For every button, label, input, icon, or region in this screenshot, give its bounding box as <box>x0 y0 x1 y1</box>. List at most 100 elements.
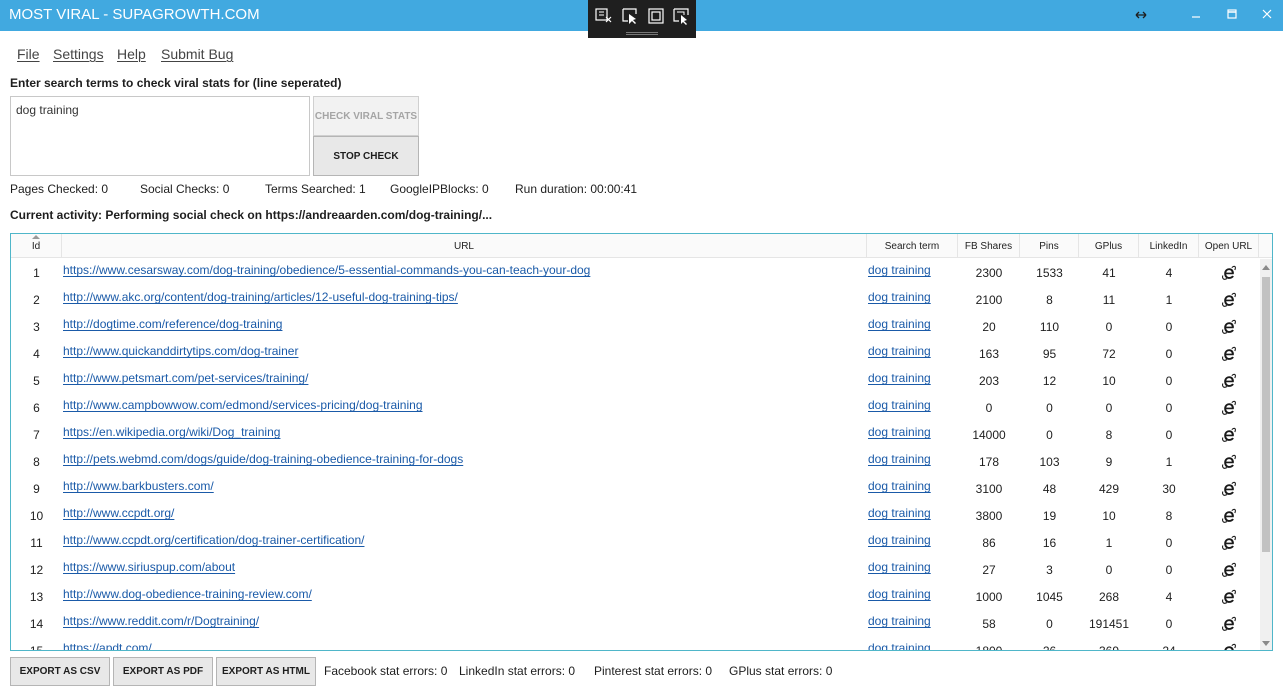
cell-search-term[interactable]: dog training <box>867 394 958 421</box>
search-term-link[interactable]: dog training <box>868 479 931 493</box>
search-term-link[interactable]: dog training <box>868 398 931 412</box>
cell-search-term[interactable]: dog training <box>867 556 958 583</box>
ie-browser-icon[interactable] <box>1222 265 1236 280</box>
maximize-button[interactable] <box>1222 5 1242 25</box>
resize-icon[interactable] <box>1131 5 1151 25</box>
select-element-icon[interactable] <box>620 6 640 26</box>
cell-search-term[interactable]: dog training <box>867 367 958 394</box>
table-row[interactable]: 5 http://www.petsmart.com/pet-services/tr… <box>11 367 1260 394</box>
table-row[interactable]: 14 https://www.reddit.com/r/Dogtraining/d… <box>11 610 1260 637</box>
cell-search-term[interactable]: dog training <box>867 529 958 556</box>
cell-open-url[interactable] <box>1199 313 1259 340</box>
cell-open-url[interactable] <box>1199 502 1259 529</box>
cell-url[interactable]: http://www.barkbusters.com/ <box>62 475 867 502</box>
column-header-url[interactable]: URL <box>62 234 867 258</box>
cell-search-term[interactable]: dog training <box>867 475 958 502</box>
search-term-link[interactable]: dog training <box>868 371 931 385</box>
export-pdf-button[interactable]: EXPORT AS PDF <box>113 657 213 686</box>
close-button[interactable] <box>1257 5 1277 25</box>
ie-browser-icon[interactable] <box>1222 319 1236 334</box>
ie-browser-icon[interactable] <box>1222 454 1236 469</box>
cell-open-url[interactable] <box>1199 556 1259 583</box>
search-term-link[interactable]: dog training <box>868 614 931 628</box>
display-adorners-icon[interactable] <box>646 6 666 26</box>
search-term-link[interactable]: dog training <box>868 425 931 439</box>
menu-submit-bug[interactable]: Submit Bug <box>161 46 233 62</box>
live-tree-icon[interactable] <box>594 6 614 26</box>
export-csv-button[interactable]: EXPORT AS CSV <box>10 657 110 686</box>
cell-open-url[interactable] <box>1199 286 1259 313</box>
cell-url[interactable]: https://en.wikipedia.org/wiki/Dog_traini… <box>62 421 867 448</box>
ie-browser-icon[interactable] <box>1222 562 1236 577</box>
cell-url[interactable]: http://www.campbowwow.com/edmond/service… <box>62 394 867 421</box>
search-term-link[interactable]: dog training <box>868 560 931 574</box>
cell-open-url[interactable] <box>1199 259 1259 286</box>
search-term-link[interactable]: dog training <box>868 290 931 304</box>
url-link[interactable]: http://dogtime.com/reference/dog-trainin… <box>63 317 282 331</box>
search-term-link[interactable]: dog training <box>868 344 931 358</box>
scroll-down-icon[interactable] <box>1262 641 1270 646</box>
table-row[interactable]: 6 http://www.campbowwow.com/edmond/servic… <box>11 394 1260 421</box>
cell-url[interactable]: http://pets.webmd.com/dogs/guide/dog-tra… <box>62 448 867 475</box>
cell-url[interactable]: https://www.cesarsway.com/dog-training/o… <box>62 259 867 286</box>
minimize-button[interactable] <box>1186 5 1206 25</box>
cell-open-url[interactable] <box>1199 637 1259 651</box>
cell-search-term[interactable]: dog training <box>867 286 958 313</box>
cell-search-term[interactable]: dog training <box>867 637 958 650</box>
url-link[interactable]: http://www.barkbusters.com/ <box>63 479 214 493</box>
ie-browser-icon[interactable] <box>1222 481 1236 496</box>
column-header-pins[interactable]: Pins <box>1020 234 1079 258</box>
search-term-link[interactable]: dog training <box>868 533 931 547</box>
url-link[interactable]: https://en.wikipedia.org/wiki/Dog_traini… <box>63 425 280 439</box>
url-link[interactable]: http://pets.webmd.com/dogs/guide/dog-tra… <box>63 452 463 466</box>
table-row[interactable]: 7 https://en.wikipedia.org/wiki/Dog_train… <box>11 421 1260 448</box>
vertical-scrollbar[interactable] <box>1260 259 1272 650</box>
cell-url[interactable]: https://www.reddit.com/r/Dogtraining/ <box>62 610 867 637</box>
toolbar-grip[interactable] <box>626 32 658 35</box>
table-row[interactable]: 13 http://www.dog-obedience-training-revi… <box>11 583 1260 610</box>
cell-url[interactable]: http://www.dog-obedience-training-review… <box>62 583 867 610</box>
search-term-link[interactable]: dog training <box>868 263 931 277</box>
menu-help[interactable]: Help <box>117 46 146 62</box>
table-row[interactable]: 15 https://apdt.com/dog training 1800 26 369… <box>11 637 1260 651</box>
url-link[interactable]: http://www.petsmart.com/pet-services/tra… <box>63 371 308 385</box>
cell-url[interactable]: http://www.ccpdt.org/certification/dog-t… <box>62 529 867 556</box>
ie-browser-icon[interactable] <box>1222 616 1236 631</box>
table-row[interactable]: 3 http://dogtime.com/reference/dog-traini… <box>11 313 1260 340</box>
scroll-up-icon[interactable] <box>1262 265 1270 270</box>
track-focus-icon[interactable] <box>672 6 692 26</box>
ie-browser-icon[interactable] <box>1222 535 1236 550</box>
url-link[interactable]: http://www.quickanddirtytips.com/dog-tra… <box>63 344 298 358</box>
cell-open-url[interactable] <box>1199 421 1259 448</box>
table-row[interactable]: 2 http://www.akc.org/content/dog-training… <box>11 286 1260 313</box>
url-link[interactable]: http://www.campbowwow.com/edmond/service… <box>63 398 423 412</box>
cell-open-url[interactable] <box>1199 394 1259 421</box>
table-row[interactable]: 12 https://www.siriuspup.com/about dog tra… <box>11 556 1260 583</box>
cell-open-url[interactable] <box>1199 340 1259 367</box>
ie-browser-icon[interactable] <box>1222 346 1236 361</box>
column-header-gplus[interactable]: GPlus <box>1079 234 1139 258</box>
search-term-link[interactable]: dog training <box>868 641 931 650</box>
cell-search-term[interactable]: dog training <box>867 610 958 637</box>
search-term-link[interactable]: dog training <box>868 587 931 601</box>
cell-open-url[interactable] <box>1199 529 1259 556</box>
column-header-id[interactable]: Id <box>11 234 62 258</box>
ie-browser-icon[interactable] <box>1222 400 1236 415</box>
cell-open-url[interactable] <box>1199 583 1259 610</box>
url-link[interactable]: https://www.siriuspup.com/about <box>63 560 235 574</box>
menu-file[interactable]: File <box>17 46 40 62</box>
search-term-link[interactable]: dog training <box>868 506 931 520</box>
url-link[interactable]: http://www.ccpdt.org/certification/dog-t… <box>63 533 364 547</box>
cell-url[interactable]: http://www.quickanddirtytips.com/dog-tra… <box>62 340 867 367</box>
cell-url[interactable]: http://www.akc.org/content/dog-training/… <box>62 286 867 313</box>
url-link[interactable]: http://www.akc.org/content/dog-training/… <box>63 290 458 304</box>
url-link[interactable]: http://www.ccpdt.org/ <box>63 506 174 520</box>
scrollbar-thumb[interactable] <box>1262 277 1270 552</box>
ie-browser-icon[interactable] <box>1222 643 1236 651</box>
check-viral-stats-button[interactable]: CHECK VIRAL STATS <box>313 96 419 136</box>
cell-url[interactable]: http://www.ccpdt.org/ <box>62 502 867 529</box>
search-term-link[interactable]: dog training <box>868 452 931 466</box>
cell-search-term[interactable]: dog training <box>867 448 958 475</box>
ie-browser-icon[interactable] <box>1222 508 1236 523</box>
column-header-linkedin[interactable]: LinkedIn <box>1139 234 1199 258</box>
